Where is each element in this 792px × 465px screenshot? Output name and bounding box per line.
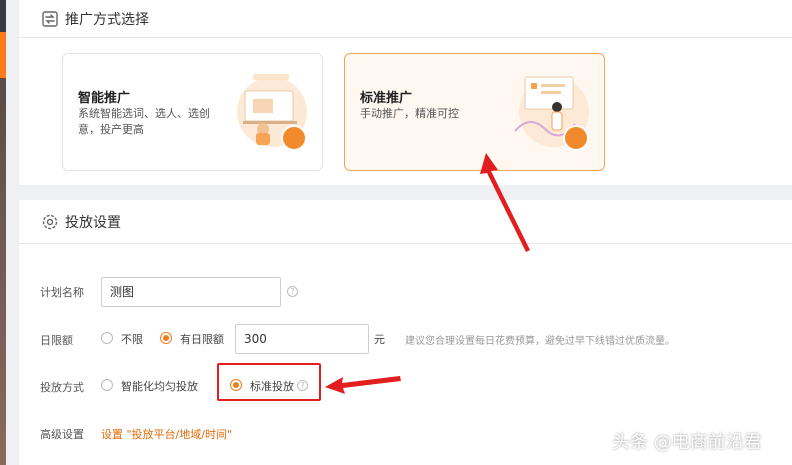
annotation-arrows <box>325 153 530 394</box>
watermark: 头条 @电商前沿君 <box>612 432 762 453</box>
arrow-up-icon <box>480 153 530 252</box>
arrow-left-icon <box>325 376 401 394</box>
